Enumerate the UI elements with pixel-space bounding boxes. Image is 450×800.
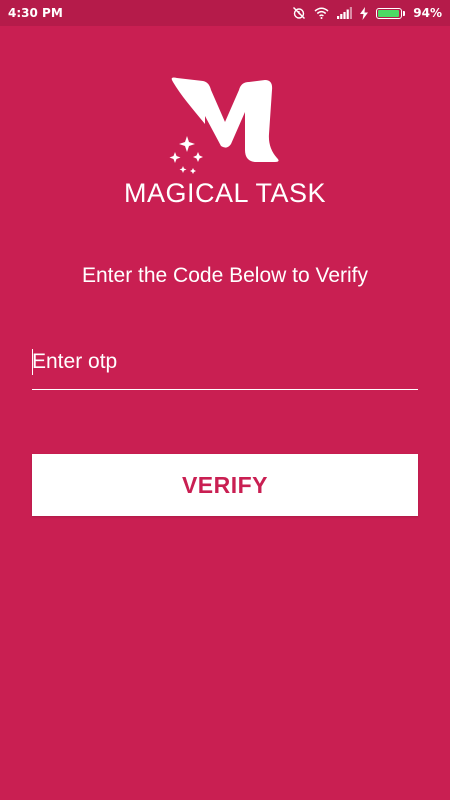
alarm-off-icon [292, 6, 306, 20]
otp-input[interactable] [32, 340, 418, 389]
verify-instruction: Enter the Code Below to Verify [82, 264, 368, 287]
battery-percent: 94% [413, 6, 442, 20]
signal-icon [337, 7, 353, 19]
battery-fill [378, 9, 399, 17]
wifi-icon [314, 7, 329, 19]
status-left: 4:30 PM [8, 6, 63, 20]
app-name: MAGICAL TASK [123, 178, 327, 208]
verify-button[interactable]: VERIFY [32, 454, 418, 516]
battery-tip [403, 10, 406, 16]
status-time: 4:30 PM [8, 6, 63, 20]
status-bar: 4:30 PM 94% [0, 0, 450, 26]
otp-field[interactable] [32, 340, 418, 390]
magic-m-logo-icon [165, 72, 285, 176]
status-right: 94% [292, 6, 442, 20]
text-caret [32, 349, 33, 375]
battery-icon [376, 7, 406, 19]
battery-body [376, 7, 403, 19]
charging-icon [360, 6, 369, 20]
